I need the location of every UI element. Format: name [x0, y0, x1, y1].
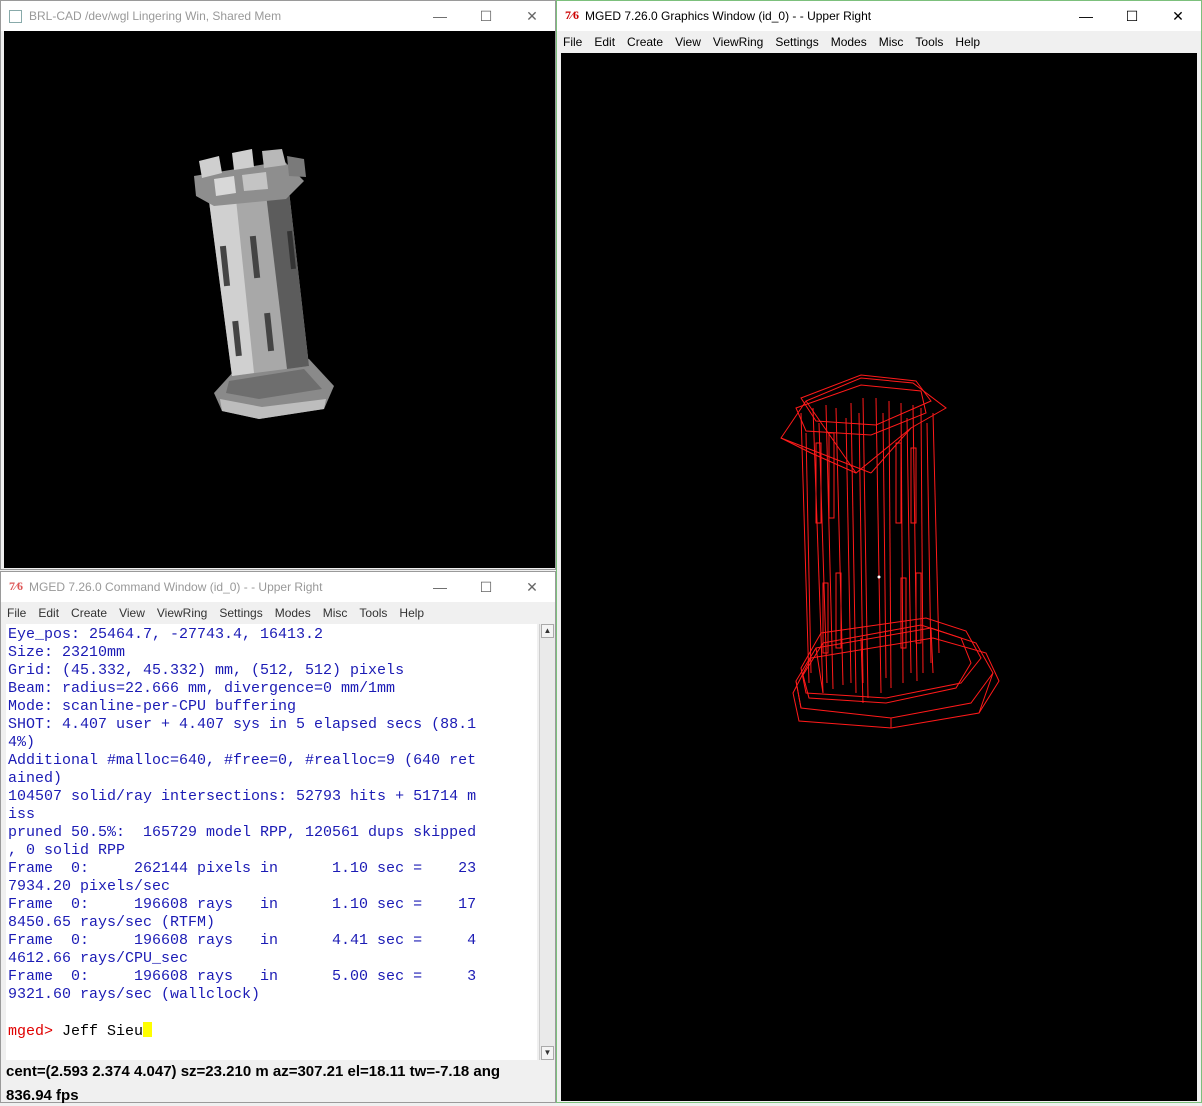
menu-help[interactable]: Help — [949, 35, 986, 49]
raytrace-window: BRL-CAD /dev/wgl Lingering Win, Shared M… — [0, 0, 556, 570]
command-prompt-line[interactable]: mged> Jeff Sieu — [8, 1022, 537, 1041]
menu-create[interactable]: Create — [65, 606, 113, 620]
menu-settings[interactable]: Settings — [769, 35, 824, 49]
console-line: Grid: (45.332, 45.332) mm, (512, 512) pi… — [8, 662, 405, 679]
console-line: Additional #malloc=640, #free=0, #reallo… — [8, 752, 477, 769]
minimize-icon[interactable]: — — [417, 1, 463, 31]
command-console[interactable]: Eye_pos: 25464.7, -27743.4, 16413.2 Size… — [6, 624, 537, 1060]
fps-status-line: 836.94 fps — [6, 1087, 79, 1104]
menu-modes[interactable]: Modes — [825, 35, 873, 49]
close-icon[interactable]: ✕ — [509, 1, 555, 31]
maximize-icon[interactable]: ☐ — [1109, 1, 1155, 31]
menu-edit[interactable]: Edit — [32, 606, 65, 620]
menu-view[interactable]: View — [669, 35, 707, 49]
menu-file[interactable]: File — [1, 606, 32, 620]
command-window-title: MGED 7.26.0 Command Window (id_0) - - Up… — [29, 580, 323, 594]
wireframe-tower — [780, 374, 1000, 729]
menu-view[interactable]: View — [113, 606, 151, 620]
console-line: Beam: radius=22.666 mm, divergence=0 mm/… — [8, 680, 396, 697]
console-line: Frame 0: 196608 rays in 4.41 sec = 4 — [8, 932, 477, 949]
minimize-icon[interactable]: — — [417, 572, 463, 602]
console-line: 4612.66 rays/CPU_sec — [8, 950, 189, 967]
menu-tools[interactable]: Tools — [909, 35, 949, 49]
rendered-tower — [194, 149, 334, 419]
console-line: pruned 50.5%: 165729 model RPP, 120561 d… — [8, 824, 477, 841]
tcl-feather-icon: 7⁄6 — [565, 8, 580, 22]
close-icon[interactable]: ✕ — [509, 572, 555, 602]
console-scrollbar[interactable]: ▲ ▼ — [539, 624, 555, 1060]
console-line: ained) — [8, 770, 63, 787]
text-cursor — [143, 1022, 153, 1037]
console-line: 9321.60 rays/sec (wallclock) — [8, 986, 261, 1003]
scroll-down-icon[interactable]: ▼ — [541, 1046, 554, 1060]
console-line: Eye_pos: 25464.7, -27743.4, 16413.2 — [8, 626, 324, 643]
raytrace-titlebar[interactable]: BRL-CAD /dev/wgl Lingering Win, Shared M… — [1, 1, 555, 31]
window-app-icon — [9, 10, 22, 23]
menu-tools[interactable]: Tools — [353, 606, 393, 620]
console-line: , 0 solid RPP — [8, 842, 126, 859]
view-status-line: cent=(2.593 2.374 4.047) sz=23.210 m az=… — [6, 1063, 501, 1080]
maximize-icon[interactable]: ☐ — [463, 1, 509, 31]
minimize-icon[interactable]: — — [1063, 1, 1109, 31]
command-menubar: File Edit Create View ViewRing Settings … — [1, 602, 555, 624]
console-line: Frame 0: 196608 rays in 5.00 sec = 3 — [8, 968, 477, 985]
menu-viewring[interactable]: ViewRing — [151, 606, 213, 620]
scroll-up-icon[interactable]: ▲ — [541, 624, 554, 638]
menu-settings[interactable]: Settings — [213, 606, 268, 620]
menu-modes[interactable]: Modes — [269, 606, 317, 620]
console-line: SHOT: 4.407 user + 4.407 sys in 5 elapse… — [8, 716, 477, 733]
tcl-feather-icon: 7⁄6 — [9, 579, 24, 593]
menu-edit[interactable]: Edit — [588, 35, 621, 49]
command-titlebar[interactable]: 7⁄6 MGED 7.26.0 Command Window (id_0) - … — [1, 572, 555, 602]
raytrace-window-title: BRL-CAD /dev/wgl Lingering Win, Shared M… — [29, 9, 282, 23]
graphics-window: 7⁄6 MGED 7.26.0 Graphics Window (id_0) -… — [556, 0, 1202, 1103]
menu-create[interactable]: Create — [621, 35, 669, 49]
graphics-viewport[interactable] — [561, 53, 1197, 1101]
console-line: iss — [8, 806, 36, 823]
console-line: 8450.65 rays/sec (RTFM) — [8, 914, 216, 931]
graphics-titlebar[interactable]: 7⁄6 MGED 7.26.0 Graphics Window (id_0) -… — [557, 1, 1201, 31]
menu-misc[interactable]: Misc — [873, 35, 910, 49]
console-line: Frame 0: 262144 pixels in 1.10 sec = 23 — [8, 860, 477, 877]
graphics-window-title: MGED 7.26.0 Graphics Window (id_0) - - U… — [585, 9, 872, 23]
close-icon[interactable]: ✕ — [1155, 1, 1201, 31]
console-line: Size: 23210mm — [8, 644, 126, 661]
console-line: 7934.20 pixels/sec — [8, 878, 171, 895]
menu-misc[interactable]: Misc — [317, 606, 354, 620]
menu-viewring[interactable]: ViewRing — [707, 35, 769, 49]
command-input[interactable]: Jeff Sieu — [53, 1023, 143, 1040]
console-line: Frame 0: 196608 rays in 1.10 sec = 17 — [8, 896, 477, 913]
console-line: 4%) — [8, 734, 36, 751]
menu-help[interactable]: Help — [393, 606, 430, 620]
maximize-icon[interactable]: ☐ — [463, 572, 509, 602]
prompt-label: mged> — [8, 1023, 54, 1040]
console-line: 104507 solid/ray intersections: 52793 hi… — [8, 788, 477, 805]
menu-file[interactable]: File — [557, 35, 588, 49]
console-line: Mode: scanline-per-CPU buffering — [8, 698, 297, 715]
graphics-menubar: File Edit Create View ViewRing Settings … — [557, 31, 1201, 53]
raytrace-framebuffer[interactable] — [4, 31, 555, 568]
